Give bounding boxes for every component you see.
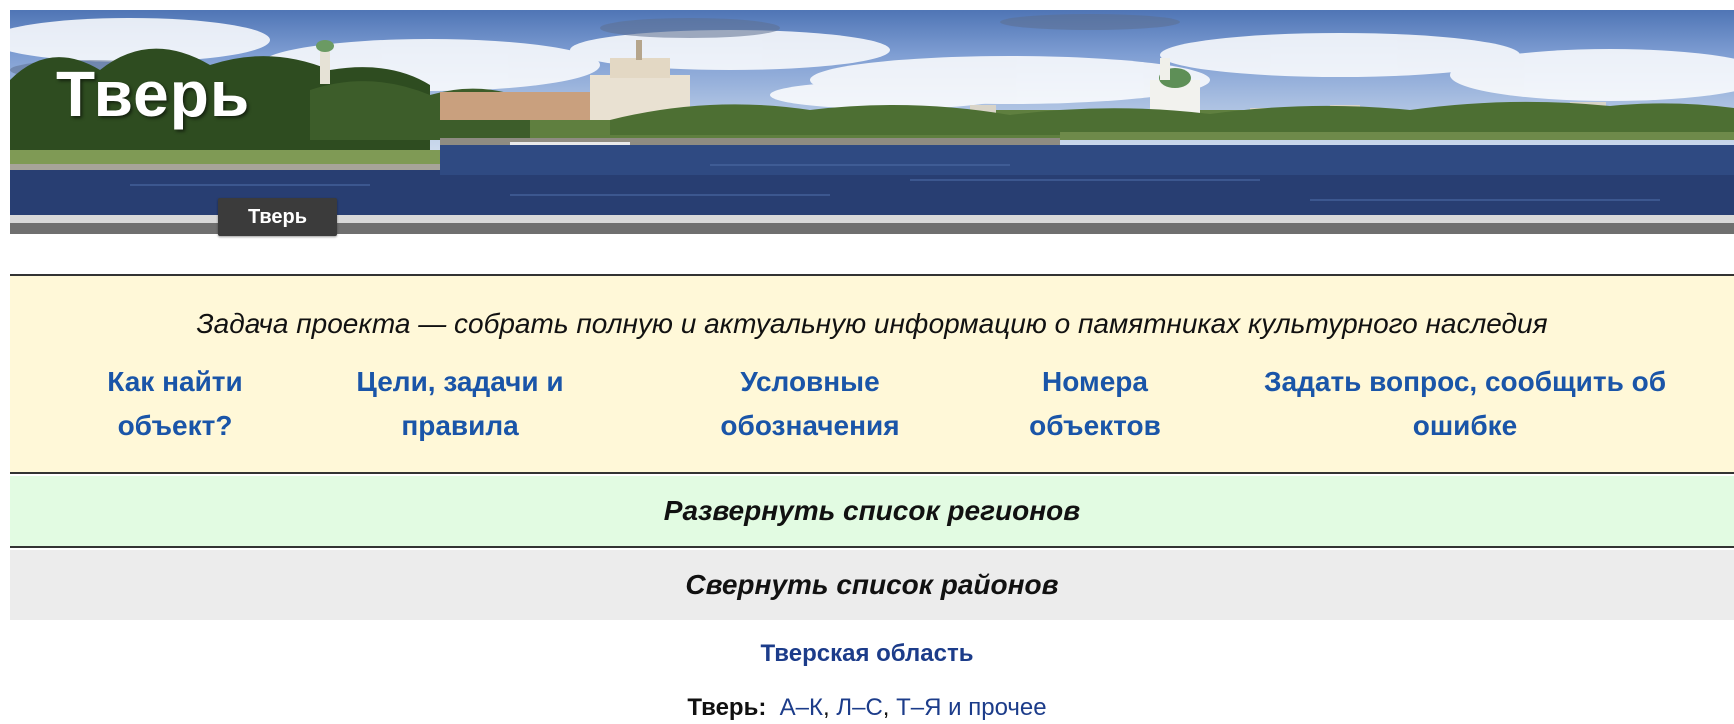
link-line: Задать вопрос, сообщить об [1263,366,1666,397]
banner-title: Тверь [56,58,251,130]
city-index-label: Тверь: [687,694,767,721]
link-line: Условные [740,366,880,397]
project-info-panel: Задача проекта — собрать полную и актуал… [10,274,1734,474]
link-line: правила [401,410,519,441]
link-tver-oblast[interactable]: Тверская область [0,640,1734,668]
link-index-a-k[interactable]: А–К [780,694,823,721]
separator: , [823,694,837,721]
separator: , [882,694,897,721]
link-legend[interactable]: Условные обозначения [680,360,940,448]
link-index-t-ya-other[interactable]: Т–Я и прочее [896,694,1046,721]
link-line: Цели, задачи и [356,366,564,397]
header-banner: Тверь [10,10,1734,215]
link-line: объектов [1029,410,1161,441]
link-line: ошибке [1412,410,1518,441]
link-goals-rules[interactable]: Цели, задачи и правила [330,360,590,448]
link-line: Номера [1042,366,1148,397]
collapse-districts-button[interactable]: Свернуть список районов [10,550,1734,620]
link-line: объект? [117,410,233,441]
link-line: обозначения [720,410,900,441]
city-panorama-image [10,14,1734,215]
link-index-l-s[interactable]: Л–С [836,694,882,721]
city-index-line: Тверь: А–К, Л–С, Т–Я и прочее [0,694,1734,722]
expand-regions-button[interactable]: Развернуть список регионов [10,476,1734,548]
link-object-numbers[interactable]: Номера объектов [995,360,1195,448]
link-line: Как найти [107,366,243,397]
mission-statement: Задача проекта — собрать полную и актуал… [196,308,1548,339]
link-how-to-find[interactable]: Как найти объект? [75,360,275,448]
link-ask-question[interactable]: Задать вопрос, сообщить об ошибке [1215,360,1715,448]
tab-city[interactable]: Тверь [218,198,337,236]
